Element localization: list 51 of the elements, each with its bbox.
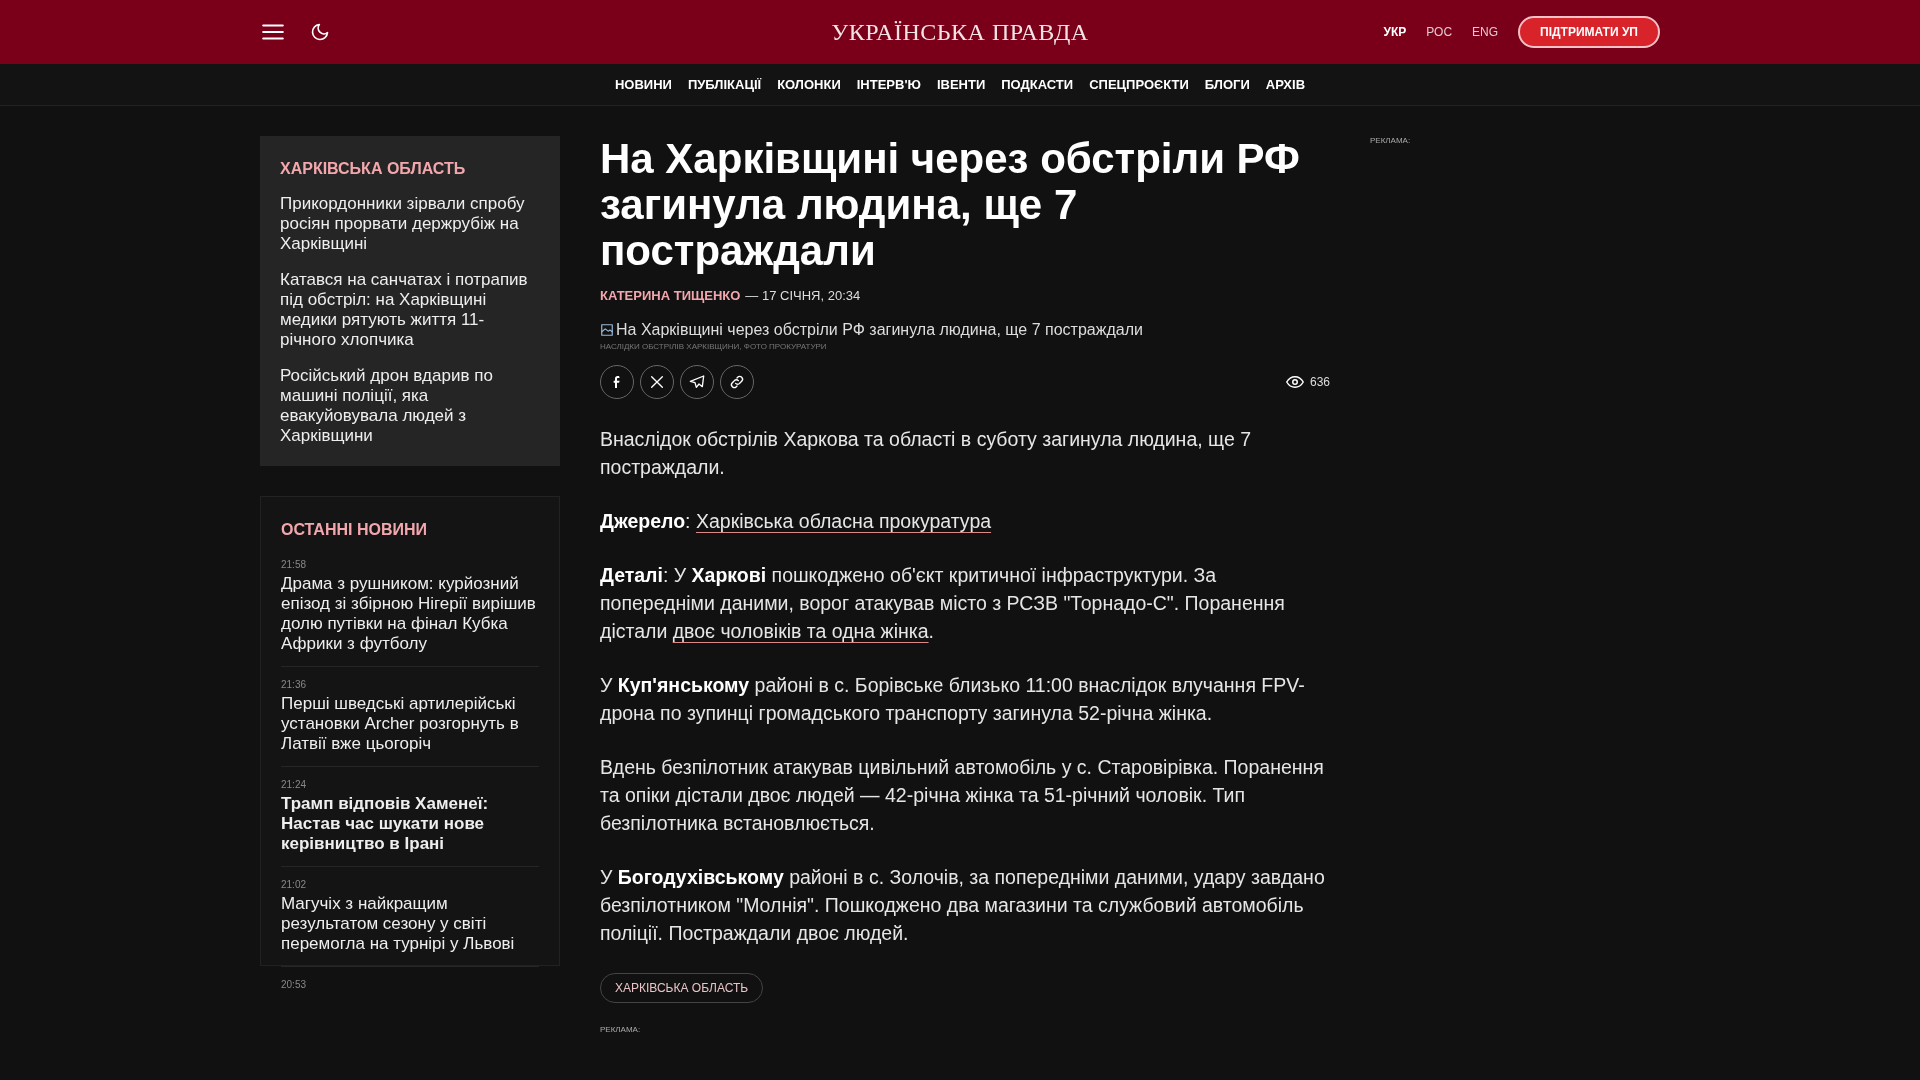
author-link[interactable]: КАТЕРИНА ТИЩЕНКО [600, 288, 741, 303]
ad-label: РЕКЛАМА: [1370, 136, 1411, 145]
news-time: 21:02 [281, 879, 308, 890]
news-link[interactable]: Перші шведські артилерійські установки Archer розгорнуть в Латвії вже цьогоріч [281, 694, 539, 754]
language-link[interactable]: УКР [1383, 25, 1407, 39]
article-title: На Харківщині через обстріли РФ загинула людина, ще 7 постраждали [600, 136, 1301, 274]
card-title: ХАРКІВСЬКА ОБЛАСТЬ [280, 160, 467, 178]
image-alt-text: На Харківщині через обстріли РФ загинула людина, ще 7 постраждали [616, 321, 1143, 339]
news-link[interactable]: Драма з рушником: курйозний епізод зі збірною Нігерії вирішив долю путівки на фінал Кубка Африки з футболу [281, 574, 539, 654]
nav-link[interactable]: ІВЕНТИ [936, 77, 986, 92]
news-link[interactable]: Магучіх з найкращим результатом сезону у світі перемогла на турнірі у Львові [281, 894, 539, 954]
news-link[interactable]: Трамп відповів Хаменеї: Настав час шукати нове керівництво в Ірані [281, 794, 539, 854]
broken-image-icon [600, 323, 614, 337]
news-link[interactable]: Прикордонники зірвали спробу росіян прорвати держрубіж на Харківщині [280, 194, 540, 254]
link-icon [729, 374, 745, 390]
article-paragraph: У Куп'янському районі в с. Борівське близько 11:00 внаслідок влучання FPV-дрона по зупинці громадського транспорту загинула 52-річна жінка. [600, 673, 1306, 726]
x-icon [649, 374, 665, 390]
nav-link[interactable]: БЛОГИ [1204, 77, 1250, 92]
publish-date: — 17 СІЧНЯ, 20:34 [745, 288, 861, 303]
site-logo[interactable]: УКРАЇНСЬКА ПРАВДА [831, 18, 1089, 46]
news-time: 21:36 [281, 679, 308, 690]
nav-link[interactable]: СПЕЦПРОЄКТИ [1089, 77, 1189, 92]
text-link[interactable]: двоє чоловіків та одна жінка [672, 620, 929, 642]
nav-link[interactable]: ІНТЕРВ'Ю [856, 77, 921, 92]
news-time: 21:58 [281, 559, 308, 570]
news-link[interactable]: Російський дрон вдарив по машині поліції, яка евакуйовувала людей з Харківщини [280, 366, 540, 446]
nav-link[interactable]: АРХІВ [1265, 77, 1306, 92]
article-paragraph: Внаслідок обстрілів Харкова та області в суботу загинула людина, ще 7 постраждали. [600, 427, 1252, 480]
support-button[interactable]: ПІДТРИМАТИ УП [1518, 16, 1660, 48]
card-title: ОСТАННІ НОВИНИ [281, 521, 429, 539]
paper-plane-icon [689, 374, 705, 390]
nav-link[interactable]: ПОДКАСТИ [1001, 77, 1074, 92]
image-caption: НАСЛІДКИ ОБСТРІЛІВ ХАРКІВЩИНИ, ФОТО ПРОКУРАТУРИ [600, 342, 828, 351]
view-count: 636 [1309, 375, 1330, 389]
article-paragraph: Деталі: У Харкові пошкоджено об'єкт критичної інфраструктури. За попередніми даними, ворог атакував місто з РСЗВ "Торнадо-С". Поранення дістали двоє чоловіків та одна жінка. [600, 563, 1286, 644]
news-link[interactable]: Катався на санчатах і потрапив під обстріл: на Харківщині медики рятують життя 11-річного хлопчика [280, 270, 540, 350]
eye-icon [1285, 373, 1304, 391]
nav-link[interactable]: ПУБЛІКАЦІЇ [687, 77, 762, 92]
news-time: 21:24 [281, 779, 308, 790]
article-paragraph: Вдень безпілотник атакував цивільний автомобіль у с. Старовірівка. Поранення та опіки дістали двоє людей — 42-річна жінка та 51-річний чоловік. Тип безпілотника встановлюється. [600, 755, 1325, 836]
nav-link[interactable]: НОВИНИ [614, 77, 672, 92]
text-link[interactable]: Харківська обласна прокуратура [695, 510, 992, 532]
language-link[interactable]: ENG [1472, 25, 1499, 39]
dark-mode-button[interactable] [310, 22, 330, 42]
news-time: 20:53 [281, 979, 308, 990]
language-link[interactable]: РОС [1426, 25, 1453, 39]
nav-link[interactable]: КОЛОНКИ [777, 77, 841, 92]
moon-icon [310, 22, 330, 42]
ad-label: РЕКЛАМА: [600, 1025, 642, 1034]
article-paragraph: У Богодухівському районі в с. Золочів, за попередніми даними, удару завдано безпілотником "Молнія". Пошкоджено два магазини та службовий автомобіль поліції. Постраждали двоє людей. [600, 865, 1326, 946]
article-paragraph: Джерело: Харківська обласна прокуратура [600, 509, 993, 534]
